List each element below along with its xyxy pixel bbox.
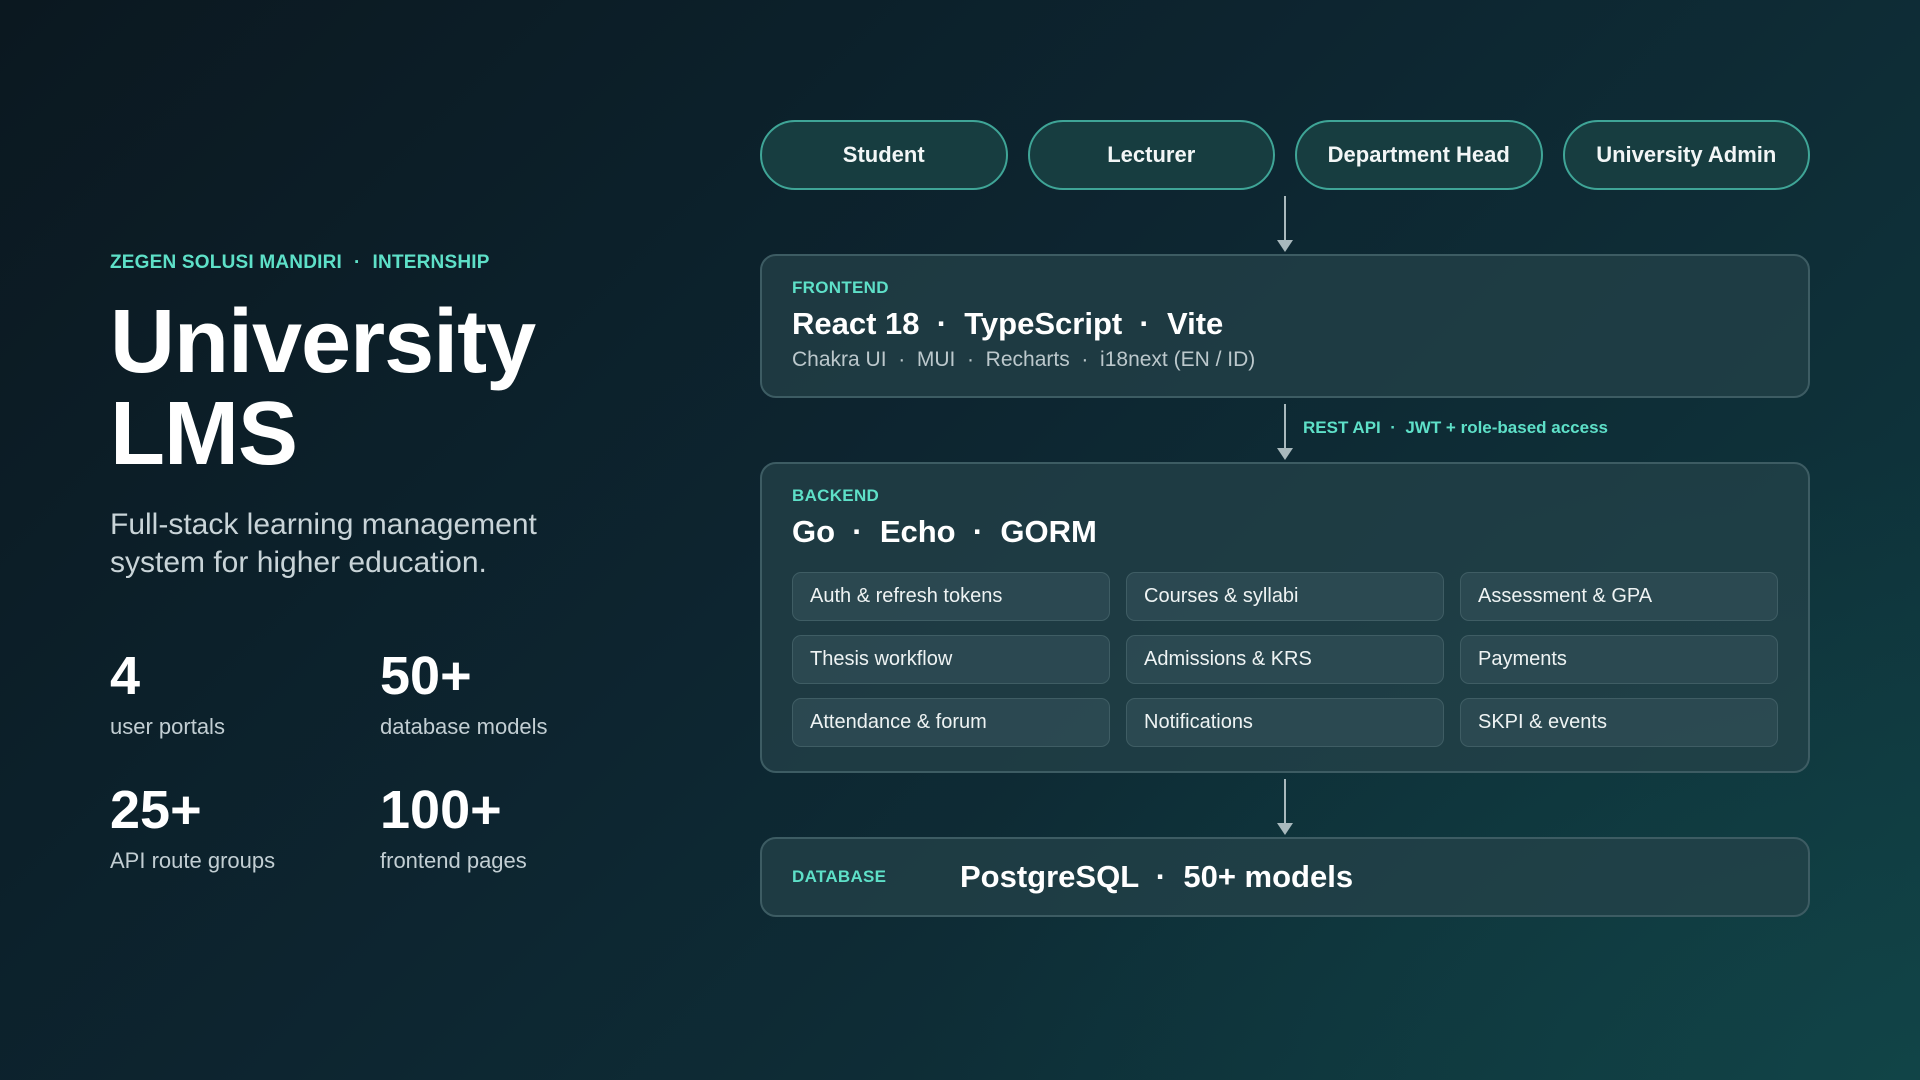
stat-label: user portals	[110, 714, 225, 739]
frontend-libraries: Chakra UI · MUI · Recharts · i18next (EN…	[792, 348, 1256, 371]
stat-label: API route groups	[110, 848, 276, 873]
stat-label: frontend pages	[380, 848, 527, 873]
backend-modules: Auth & refresh tokens Courses & syllabi …	[792, 572, 1778, 747]
stat-label: database models	[380, 714, 548, 739]
connector-frontend-backend: REST API · JWT + role-based access	[760, 398, 1810, 462]
down-arrow-icon	[1277, 404, 1293, 460]
module-admissions: Admissions & KRS	[1126, 635, 1444, 684]
connector-backend-database	[760, 773, 1810, 837]
stat-value: 4	[110, 646, 141, 706]
stat-database-models: 50+ database models	[380, 648, 650, 740]
module-courses: Courses & syllabi	[1126, 572, 1444, 621]
database-tag: DATABASE	[792, 867, 887, 886]
module-assessment: Assessment & GPA	[1460, 572, 1778, 621]
module-payments: Payments	[1460, 635, 1778, 684]
connector-roles-frontend	[760, 190, 1810, 254]
module-skpi-events: SKPI & events	[1460, 698, 1778, 747]
user-roles: Student Lecturer Department Head Univers…	[760, 120, 1810, 190]
intro-section: ZEGEN SOLUSI MANDIRI · INTERNSHIP Univer…	[110, 252, 670, 874]
role-student: Student	[760, 120, 1008, 190]
role-lecturer: Lecturer	[1027, 120, 1275, 190]
page-subtitle: Full-stack learning management system fo…	[110, 508, 537, 579]
down-arrow-icon	[1277, 779, 1293, 835]
eyebrow: ZEGEN SOLUSI MANDIRI · INTERNSHIP	[110, 252, 670, 274]
backend-stack: Go · Echo · GORM	[792, 514, 1097, 549]
module-notifications: Notifications	[1126, 698, 1444, 747]
frontend-tag: FRONTEND	[792, 278, 889, 297]
stats-grid: 4 user portals 50+ database models 25+ A…	[110, 648, 670, 874]
stat-user-portals: 4 user portals	[110, 648, 380, 740]
stat-frontend-pages: 100+ frontend pages	[380, 782, 650, 874]
module-auth: Auth & refresh tokens	[792, 572, 1110, 621]
module-thesis: Thesis workflow	[792, 635, 1110, 684]
title-line-2: LMS	[110, 384, 298, 484]
role-university-admin: University Admin	[1562, 120, 1810, 190]
program-name: INTERNSHIP	[372, 252, 490, 273]
eyebrow-separator: ·	[354, 252, 361, 273]
page-title: University LMS	[110, 296, 670, 480]
title-line-1: University	[110, 292, 536, 392]
company-name: ZEGEN SOLUSI MANDIRI	[110, 252, 343, 273]
database-stack: PostgreSQL · 50+ models	[960, 859, 1354, 894]
stat-value: 100+	[380, 780, 502, 840]
down-arrow-icon	[1277, 196, 1293, 252]
architecture-diagram: Student Lecturer Department Head Univers…	[760, 120, 1810, 917]
frontend-panel: FRONTEND React 18 · TypeScript · Vite Ch…	[760, 254, 1810, 398]
connector-note: REST API · JWT + role-based access	[1303, 418, 1609, 437]
backend-tag: BACKEND	[792, 486, 880, 505]
role-department-head: Department Head	[1295, 120, 1543, 190]
frontend-stack: React 18 · TypeScript · Vite	[792, 306, 1224, 341]
stat-api-route-groups: 25+ API route groups	[110, 782, 380, 874]
stat-value: 25+	[110, 780, 202, 840]
module-attendance: Attendance & forum	[792, 698, 1110, 747]
stat-value: 50+	[380, 646, 472, 706]
backend-panel: BACKEND Go · Echo · GORM Auth & refresh …	[760, 462, 1810, 773]
database-panel: DATABASE PostgreSQL · 50+ models	[760, 837, 1810, 917]
